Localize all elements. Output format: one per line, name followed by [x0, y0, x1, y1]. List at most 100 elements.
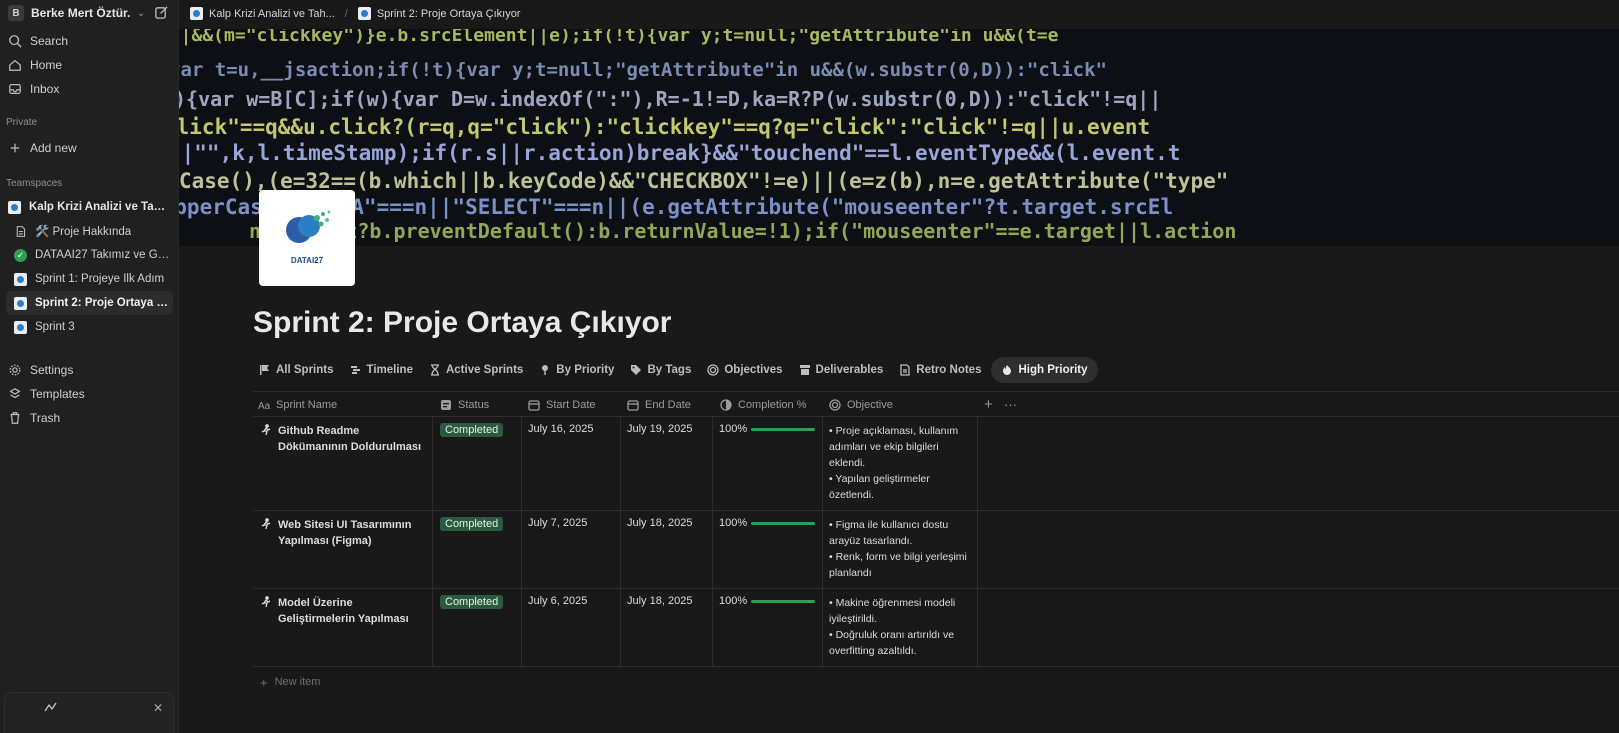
nav-trash[interactable]: Trash	[0, 406, 179, 430]
sidebar-item-proje-hakkinda[interactable]: 🛠️ Proje Hakkında	[6, 219, 173, 243]
cell-end-date[interactable]: July 19, 2025	[620, 417, 712, 510]
column-label: Completion %	[738, 398, 807, 411]
target-icon	[829, 398, 841, 411]
note-icon	[900, 364, 910, 376]
add-new-button[interactable]: Add new	[0, 136, 179, 160]
sidebar-item-label: 🛠️ Proje Hakkında	[35, 226, 132, 238]
status-badge: Completed	[440, 423, 504, 437]
workspace-switcher[interactable]: B Berke Mert Öztür... ⌄	[0, 0, 179, 26]
cell-sprint-name[interactable]: Web Sitesi UI Tasarımının Yapılması (Fig…	[253, 511, 432, 588]
column-start-date[interactable]: Start Date	[528, 392, 596, 417]
cell-status[interactable]: Completed	[433, 417, 521, 510]
tab-timeline[interactable]: Timeline	[344, 357, 419, 383]
cell-status[interactable]: Completed	[433, 511, 521, 588]
nav-templates[interactable]: Templates	[0, 382, 179, 406]
breadcrumb-current[interactable]: Sprint 2: Proje Ortaya Çıkıyor	[357, 7, 520, 20]
plus-icon: +	[260, 674, 268, 690]
illustration-icon	[44, 702, 57, 712]
cell-end-date[interactable]: July 18, 2025	[620, 589, 712, 666]
nav-search[interactable]: Search	[0, 29, 179, 53]
cell-completion[interactable]: 100%	[712, 589, 822, 666]
teamspace-label: Kalp Krizi Analizi ve Tahmini	[29, 201, 167, 213]
chevron-down-icon[interactable]: ⌄	[137, 8, 145, 19]
nav-search-label: Search	[30, 34, 69, 48]
datai27-icon	[357, 7, 371, 20]
help-card[interactable]: ✕	[4, 692, 174, 733]
progress-bar	[751, 427, 815, 431]
tab-retro-notes[interactable]: Retro Notes	[893, 357, 987, 383]
cell-status[interactable]: Completed	[433, 589, 521, 666]
cell-completion[interactable]: 100%	[712, 417, 822, 510]
teamspace-kalp-krizi[interactable]: Kalp Krizi Analizi ve Tahmini	[0, 195, 167, 219]
tab-objectives[interactable]: Objectives	[701, 357, 788, 383]
cell-start-date[interactable]: July 6, 2025	[521, 589, 620, 666]
sidebar-item-sprint-2[interactable]: Sprint 2: Proje Ortaya Çı...	[6, 291, 173, 315]
datai27-icon	[14, 296, 27, 310]
tab-by-priority[interactable]: By Priority	[533, 357, 620, 383]
workspace-avatar: B	[8, 5, 24, 21]
column-end-date[interactable]: End Date	[627, 392, 691, 417]
tab-label: All Sprints	[276, 364, 334, 376]
nav-home-label: Home	[30, 58, 63, 72]
column-objective[interactable]: Objective	[829, 392, 893, 417]
nav-settings-label: Settings	[30, 363, 74, 377]
page-title[interactable]: Sprint 2: Proje Ortaya Çıkıyor	[253, 306, 671, 340]
sidebar-item-dataai27[interactable]: ✓ DATAAI27 Takımız ve Gör...	[6, 243, 173, 267]
cell-objective[interactable]: • Makine öğrenmesi modeli iyileştirildi.…	[822, 589, 977, 666]
column-status[interactable]: Status	[440, 392, 489, 417]
running-icon	[261, 518, 271, 530]
close-icon[interactable]: ✕	[153, 701, 163, 715]
document-icon	[16, 225, 26, 237]
breadcrumb-parent[interactable]: Kalp Krizi Analizi ve Tah...	[190, 7, 335, 20]
nav-settings[interactable]: Settings	[0, 358, 179, 382]
sidebar-item-sprint-3[interactable]: Sprint 3	[6, 315, 173, 339]
table-row[interactable]: Github Readme Dökümanının Doldurulması C…	[253, 417, 1619, 511]
cover-image[interactable]: }||&&(m="clickkey")}e.b.srcElement||e);i…	[179, 29, 1619, 246]
cell-objective[interactable]: • Proje açıklaması, kullanım adımları ve…	[822, 417, 977, 510]
new-item-button[interactable]: + New item	[253, 667, 1619, 697]
status-property-icon	[441, 399, 451, 410]
nav-inbox[interactable]: Inbox	[0, 77, 179, 101]
cover-code-line: ntDefault?b.preventDefault():b.returnVal…	[249, 219, 1237, 243]
new-item-label: New item	[274, 676, 321, 688]
tab-active-sprints[interactable]: Active Sprints	[423, 357, 529, 383]
sidebar-item-sprint-1[interactable]: Sprint 1: Projeye İlk Adım	[6, 267, 173, 291]
cell-end-date[interactable]: July 18, 2025	[620, 511, 712, 588]
objective-line: • Proje açıklaması, kullanım adımları ve…	[829, 425, 959, 469]
fire-icon	[1003, 365, 1012, 375]
tab-by-tags[interactable]: By Tags	[624, 357, 697, 383]
add-column-button[interactable]: +	[984, 392, 993, 417]
tab-high-priority[interactable]: High Priority	[991, 357, 1098, 383]
gear-icon	[9, 364, 21, 376]
column-sprint-name[interactable]: Aa Sprint Name	[258, 392, 337, 417]
table-row[interactable]: Web Sitesi UI Tasarımının Yapılması (Fig…	[253, 511, 1619, 589]
datai27-icon	[190, 7, 203, 20]
cell-start-date[interactable]: July 16, 2025	[521, 417, 620, 510]
more-options-button[interactable]: ···	[1004, 392, 1017, 417]
objective-line: • Yapılan geliştirmeler özetlendi.	[829, 473, 930, 501]
tab-label: Retro Notes	[916, 364, 982, 376]
cell-completion[interactable]: 100%	[712, 511, 822, 588]
brain-logo-icon	[286, 210, 331, 243]
objective-line: • Makine öğrenmesi modeli iyileştirildi.	[829, 597, 956, 625]
text-property-icon: Aa	[258, 401, 270, 411]
column-label: Start Date	[546, 398, 596, 411]
completion-text: 100%	[719, 423, 748, 435]
home-icon	[9, 59, 21, 71]
table-row[interactable]: Model Üzerine Geliştirmelerin Yapılması …	[253, 589, 1619, 667]
new-page-icon[interactable]	[154, 5, 169, 20]
cell-sprint-name[interactable]: Github Readme Dökümanının Doldurulması	[253, 417, 432, 510]
progress-bar	[751, 521, 815, 525]
page-icon[interactable]: DATAI27	[259, 190, 355, 286]
progress-fill	[751, 521, 815, 525]
cell-sprint-name[interactable]: Model Üzerine Geliştirmelerin Yapılması	[253, 589, 432, 666]
plus-icon	[10, 143, 20, 153]
cell-start-date[interactable]: July 7, 2025	[521, 511, 620, 588]
nav-home[interactable]: Home	[0, 53, 179, 77]
tab-all-sprints[interactable]: All Sprints	[253, 357, 340, 383]
tab-deliverables[interactable]: Deliverables	[793, 357, 890, 383]
check-circle-icon: ✓	[14, 248, 27, 262]
cell-objective[interactable]: • Figma ile kullanıcı dostu arayüz tasar…	[822, 511, 977, 588]
pin-icon	[542, 365, 549, 375]
column-completion[interactable]: Completion %	[720, 392, 806, 417]
